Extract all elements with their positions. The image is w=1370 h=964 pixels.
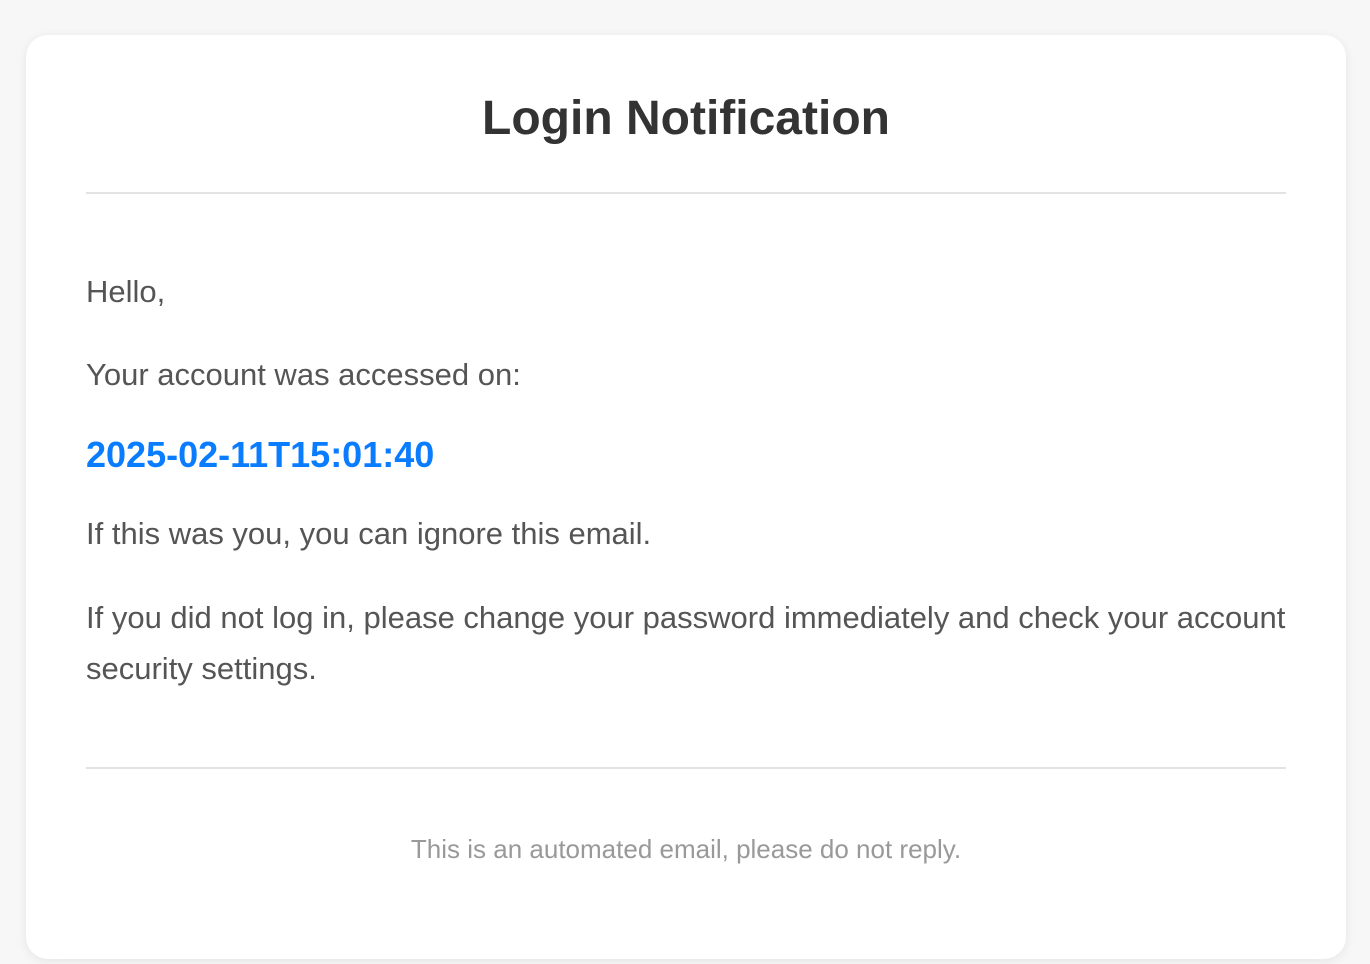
email-title: Login Notification xyxy=(482,92,890,145)
email-body: Hello, Your account was accessed on: 202… xyxy=(86,194,1286,769)
email-header: Login Notification xyxy=(86,35,1286,194)
access-intro-text: Your account was accessed on: xyxy=(86,357,521,392)
email-card: Login Notification Hello, Your account w… xyxy=(26,35,1346,959)
footer-note-text: This is an automated email, please do no… xyxy=(410,834,962,864)
email-footer: This is an automated email, please do no… xyxy=(86,769,1286,957)
access-timestamp: 2025-02-11T15:01:40 xyxy=(86,434,435,475)
greeting-text: Hello, xyxy=(86,274,166,309)
ignore-note-text: If this was you, you can ignore this ema… xyxy=(86,516,652,551)
security-warning-text: If you did not log in, please change you… xyxy=(86,600,1286,686)
